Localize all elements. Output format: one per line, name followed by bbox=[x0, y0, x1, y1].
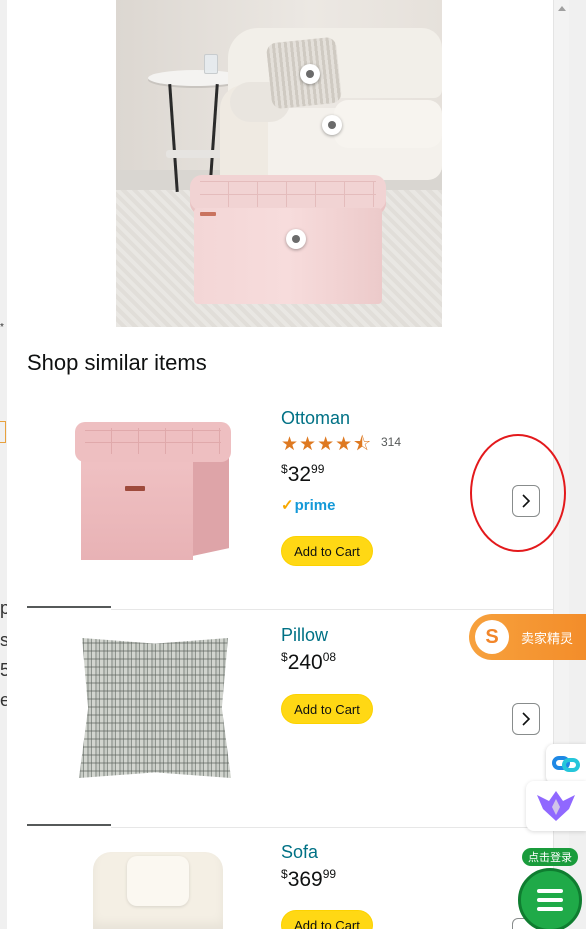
section-title: Shop similar items bbox=[27, 350, 207, 375]
product-price-ottoman: $3299 bbox=[281, 462, 324, 487]
scroll-up-arrow-icon[interactable] bbox=[558, 6, 566, 11]
annotation-circle bbox=[470, 434, 566, 552]
price-whole: 240 bbox=[287, 651, 323, 674]
add-to-cart-button-sofa[interactable]: Add to Cart bbox=[281, 910, 373, 929]
product-price-pillow: $24008 bbox=[281, 650, 336, 675]
ai-crest-icon bbox=[537, 791, 575, 821]
ottoman-lid bbox=[75, 422, 231, 462]
price-symbol: $ bbox=[281, 867, 288, 881]
star-rating[interactable]: ★★★★⯪ bbox=[281, 430, 372, 462]
product-title-pillow[interactable]: Pillow bbox=[281, 625, 328, 646]
price-fraction: 08 bbox=[322, 650, 337, 664]
ottoman-handle bbox=[125, 486, 145, 491]
menu-fab-button[interactable] bbox=[518, 868, 582, 929]
ottoman-front bbox=[81, 452, 193, 560]
row-divider bbox=[111, 609, 553, 610]
price-symbol: $ bbox=[281, 650, 288, 664]
prime-badge: ✓prime bbox=[281, 496, 335, 514]
menu-icon bbox=[537, 889, 563, 893]
product-title-ottoman[interactable]: Ottoman bbox=[281, 408, 350, 429]
screen: * p s, 5( e Shop sim bbox=[0, 0, 586, 929]
background-fragment: * bbox=[0, 322, 4, 333]
add-to-cart-button-ottoman[interactable]: Add to Cart bbox=[281, 536, 373, 566]
scene-glass bbox=[204, 54, 218, 74]
link-icon bbox=[552, 756, 580, 772]
price-whole: 369 bbox=[287, 868, 323, 891]
background-box-fragment bbox=[0, 421, 6, 443]
scene-table-shelf bbox=[166, 150, 224, 158]
rating-count[interactable]: 314 bbox=[381, 435, 401, 449]
hero-image[interactable] bbox=[116, 0, 442, 327]
row-divider bbox=[111, 827, 553, 828]
next-item-button-pillow[interactable] bbox=[512, 703, 540, 735]
menu-icon-bar bbox=[537, 898, 563, 902]
scene-ottoman-tag bbox=[200, 212, 216, 216]
hotspot-ottoman[interactable] bbox=[286, 229, 306, 249]
price-symbol: $ bbox=[281, 462, 288, 476]
product-image-ottoman[interactable] bbox=[73, 418, 233, 564]
product-image-pillow[interactable] bbox=[79, 638, 231, 778]
login-tag[interactable]: 点击登录 bbox=[522, 848, 578, 866]
scene-sofa-cushion bbox=[334, 100, 442, 148]
prime-check-icon: ✓ bbox=[281, 497, 294, 514]
carousel-indicator bbox=[27, 824, 111, 826]
prime-label: prime bbox=[294, 497, 336, 514]
product-price-sofa: $36999 bbox=[281, 867, 336, 892]
hotspot-sofa[interactable] bbox=[322, 115, 342, 135]
sofa-cushion bbox=[127, 856, 189, 906]
chevron-right-icon bbox=[522, 712, 531, 726]
ai-extension-button[interactable] bbox=[526, 781, 586, 831]
shop-the-look-panel: Shop similar items Ottoman ★★★★⯪ 314 $32… bbox=[7, 0, 553, 929]
seller-sprite-logo-icon: S bbox=[475, 620, 509, 654]
link-extension-button[interactable] bbox=[546, 744, 586, 784]
add-to-cart-button-pillow[interactable]: Add to Cart bbox=[281, 694, 373, 724]
scene-ottoman bbox=[194, 208, 382, 304]
seller-sprite-extension-badge[interactable]: S 卖家精灵 bbox=[469, 614, 586, 660]
price-whole: 32 bbox=[287, 463, 312, 486]
product-title-sofa[interactable]: Sofa bbox=[281, 842, 318, 863]
price-fraction: 99 bbox=[322, 867, 337, 881]
seller-sprite-label: 卖家精灵 bbox=[521, 631, 574, 647]
product-image-sofa[interactable] bbox=[93, 852, 223, 929]
menu-icon-bar bbox=[537, 907, 563, 911]
carousel-indicator bbox=[27, 606, 111, 608]
hotspot-pillow[interactable] bbox=[300, 64, 320, 84]
price-fraction: 99 bbox=[311, 462, 325, 476]
